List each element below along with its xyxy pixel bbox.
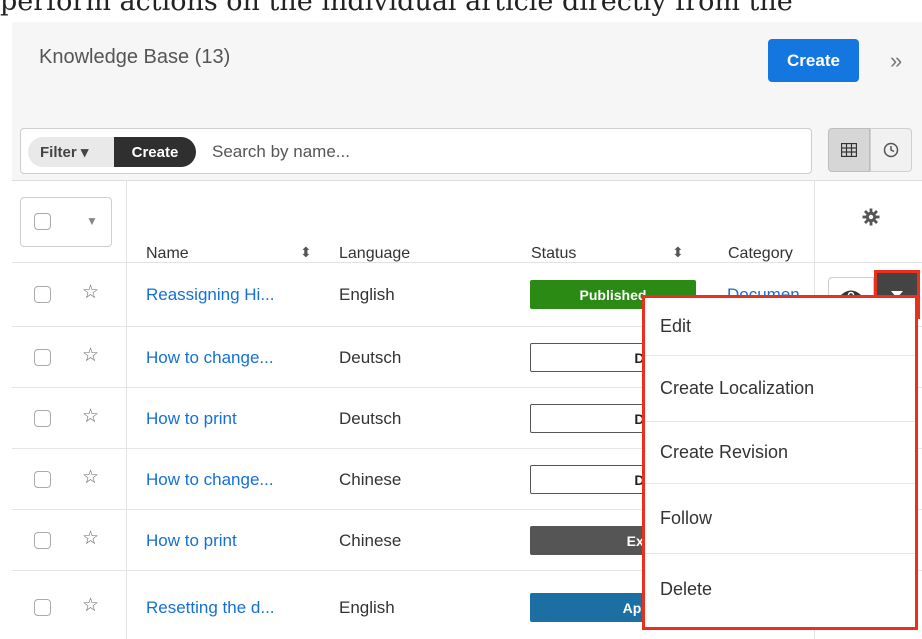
gear-icon[interactable] (862, 208, 880, 231)
star-icon[interactable]: ☆ (82, 466, 99, 489)
grid-view-button[interactable] (828, 128, 870, 172)
row-checkbox[interactable] (34, 286, 51, 303)
menu-item-delete[interactable]: Delete (645, 554, 915, 624)
language-cell: English (339, 598, 395, 617)
article-name-link[interactable]: How to print (146, 531, 237, 551)
row-checkbox[interactable] (34, 532, 51, 549)
star-icon[interactable]: ☆ (82, 344, 99, 367)
menu-item-create-revision[interactable]: Create Revision (645, 422, 915, 484)
filter-dropdown[interactable]: Filter ▾ (28, 137, 116, 167)
sort-icon[interactable]: ⬍ (300, 244, 312, 261)
create-filter-button[interactable]: Create (114, 137, 196, 167)
column-category[interactable]: Category (728, 245, 793, 263)
language-cell: Deutsch (339, 348, 402, 367)
column-status[interactable]: Status (531, 245, 576, 263)
select-all-checkbox[interactable] (34, 213, 51, 230)
activity-view-button[interactable] (870, 128, 912, 172)
menu-item-edit[interactable]: Edit (645, 298, 915, 356)
grid-view-icon (841, 143, 857, 157)
row-checkbox[interactable] (34, 349, 51, 366)
star-icon[interactable]: ☆ (82, 527, 99, 550)
article-name-link[interactable]: How to change... (146, 470, 274, 490)
language-cell: English (339, 285, 395, 304)
article-name-link[interactable]: How to change... (146, 348, 274, 368)
column-language[interactable]: Language (339, 245, 410, 263)
row-checkbox[interactable] (34, 410, 51, 427)
row-checkbox[interactable] (34, 471, 51, 488)
star-icon[interactable]: ☆ (82, 405, 99, 428)
menu-item-create-localization[interactable]: Create Localization (645, 356, 915, 422)
star-icon[interactable]: ☆ (82, 594, 99, 617)
page-title: Knowledge Base (13) (39, 46, 231, 68)
language-cell: Deutsch (339, 409, 402, 428)
sort-icon[interactable]: ⬍ (672, 244, 684, 261)
menu-item-follow[interactable]: Follow (645, 484, 915, 554)
article-name-link[interactable]: How to print (146, 409, 237, 429)
article-name-link[interactable]: Reassigning Hi... (146, 285, 275, 305)
column-name[interactable]: Name (146, 245, 189, 263)
caption-text: perform actions on the individual articl… (0, 0, 793, 16)
row-checkbox[interactable] (34, 599, 51, 616)
chevron-double-right-icon[interactable]: » (890, 48, 902, 74)
article-name-link[interactable]: Resetting the d... (146, 598, 275, 618)
star-icon[interactable]: ☆ (82, 281, 99, 304)
language-cell: Chinese (339, 531, 402, 550)
select-all-caret-icon[interactable]: ▼ (86, 214, 98, 228)
search-placeholder[interactable]: Search by name... (212, 142, 350, 162)
language-cell: Chinese (339, 470, 402, 489)
row-actions-menu: Edit Create Localization Create Revision… (642, 295, 918, 630)
clock-icon (883, 142, 899, 158)
create-button[interactable]: Create (768, 39, 859, 82)
